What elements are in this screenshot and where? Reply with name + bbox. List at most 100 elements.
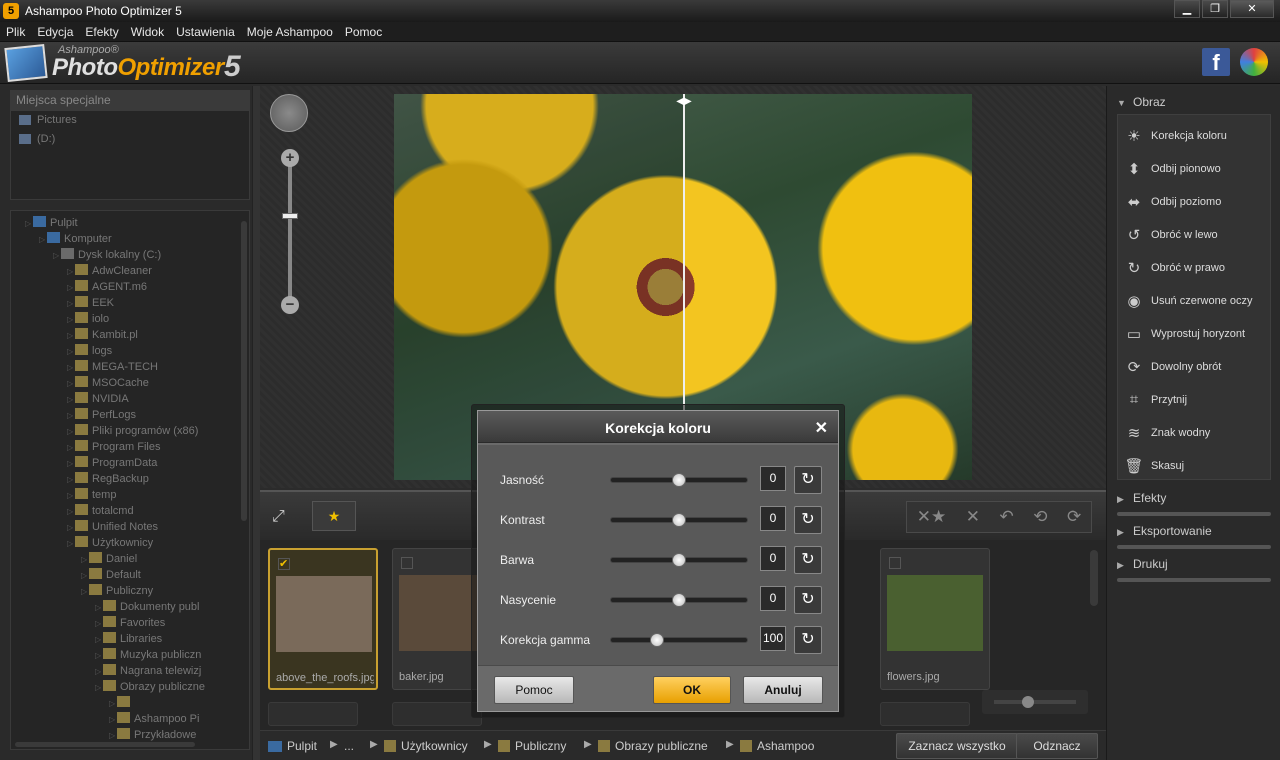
special-item-pictures[interactable]: Pictures (11, 111, 249, 130)
tree-expand-icon[interactable]: ▷ (67, 264, 75, 280)
tree-item[interactable]: ▷ Dokumenty publ (95, 599, 200, 615)
expand-icon[interactable]: ⤢ (272, 508, 285, 526)
breadcrumb-separator-icon[interactable]: ▶ (584, 739, 592, 750)
tool-free-rotate[interactable]: ⟳ Dowolny obrót (1118, 350, 1272, 383)
tool-rotate-right[interactable]: ↻ Obróć w prawo (1118, 251, 1272, 284)
tree-item[interactable]: ▷ Użytkownicy (67, 535, 153, 551)
tree-item[interactable]: ▷ PerfLogs (67, 407, 136, 423)
thumbnail-item[interactable] (880, 702, 970, 726)
rotate-right-90-icon[interactable]: ⟳ (1067, 507, 1081, 527)
ashampoo-globe-icon[interactable] (1240, 48, 1268, 76)
breadcrumb-item[interactable]: Publiczny (498, 739, 566, 753)
tree-expand-icon[interactable]: ▷ (81, 568, 89, 584)
contrast-slider-thumb[interactable] (672, 513, 686, 527)
tree-item[interactable]: ▷ Pulpit (25, 215, 78, 231)
tree-expand-icon[interactable]: ▷ (67, 536, 75, 552)
thumb-size-thumb[interactable] (1022, 696, 1035, 708)
tool-crop[interactable]: ⌗ Przytnij (1118, 383, 1272, 416)
tree-item[interactable]: ▷ (109, 695, 134, 711)
tree-item[interactable]: ▷ ProgramData (67, 455, 157, 471)
special-item-drive-d[interactable]: (D:) (11, 130, 249, 149)
tree-item[interactable]: ▷ Publiczny (81, 583, 153, 599)
tree-item[interactable]: ▷ Ashampoo Pi (109, 711, 199, 727)
menu-my-ashampoo[interactable]: Moje Ashampoo (241, 25, 339, 39)
remove-rating-icon[interactable]: ✕★ (917, 507, 946, 527)
tree-item[interactable]: ▷ Unified Notes (67, 519, 158, 535)
tree-expand-icon[interactable]: ▷ (95, 616, 103, 632)
section-effects[interactable]: ▶ Efekty (1117, 488, 1166, 508)
facebook-icon[interactable]: f (1202, 48, 1230, 76)
tree-item[interactable]: ▷ MSOCache (67, 375, 149, 391)
thumbnail-item[interactable] (392, 702, 482, 726)
brightness-value[interactable]: 0 (760, 466, 786, 491)
saturation-slider-thumb[interactable] (672, 593, 686, 607)
tree-item[interactable]: ▷ EEK (67, 295, 114, 311)
tree-expand-icon[interactable]: ▷ (109, 712, 117, 728)
rating-button[interactable]: ★ (312, 501, 356, 531)
tool-straighten-horizon[interactable]: ▭ Wyprostuj horyzont (1118, 317, 1272, 350)
breadcrumb-item[interactable]: Użytkownicy (384, 739, 468, 753)
brightness-slider-thumb[interactable] (672, 473, 686, 487)
saturation-reset-icon[interactable]: ↻ (794, 586, 822, 614)
hue-reset-icon[interactable]: ↻ (794, 546, 822, 574)
section-export[interactable]: ▶ Eksportowanie (1117, 521, 1212, 541)
tree-item[interactable]: ▷ Pliki programów (x86) (67, 423, 198, 439)
tool-rotate-left[interactable]: ↺ Obróć w lewo (1118, 218, 1272, 251)
tree-item[interactable]: ▷ Przykładowe (109, 727, 196, 743)
tree-item[interactable]: ▷ Default (81, 567, 141, 583)
tree-item[interactable]: ▷ Program Files (67, 439, 160, 455)
zoom-slider-thumb[interactable] (282, 213, 298, 220)
tree-expand-icon[interactable]: ▷ (25, 216, 33, 232)
tree-expand-icon[interactable]: ▷ (67, 392, 75, 408)
close-window-button[interactable]: ✕ (1230, 0, 1274, 18)
contrast-reset-icon[interactable]: ↻ (794, 506, 822, 534)
tree-item[interactable]: ▷ Daniel (81, 551, 137, 567)
tree-expand-icon[interactable]: ▷ (67, 328, 75, 344)
tool-flip-horizontal[interactable]: ⬌ Odbij poziomo (1118, 185, 1272, 218)
tree-item[interactable]: ▷ Komputer (39, 231, 112, 247)
tree-item[interactable]: ▷ temp (67, 487, 116, 503)
tree-expand-icon[interactable]: ▷ (67, 424, 75, 440)
thumbnail-checkbox[interactable]: ✔ (278, 558, 290, 570)
thumbnail-scrollbar[interactable] (1090, 550, 1098, 606)
tree-expand-icon[interactable]: ▷ (95, 632, 103, 648)
thumbnail-item[interactable]: flowers.jpg (880, 548, 990, 690)
tree-expand-icon[interactable]: ▷ (67, 312, 75, 328)
gamma-value[interactable]: 100 (760, 626, 786, 651)
tree-expand-icon[interactable]: ▷ (53, 248, 61, 264)
tree-item[interactable]: ▷ Favorites (95, 615, 165, 631)
help-button[interactable]: Pomoc (494, 676, 574, 704)
pan-navigator-icon[interactable] (270, 94, 308, 132)
breadcrumb-item[interactable]: Obrazy publiczne (598, 739, 708, 753)
zoom-slider-track[interactable] (288, 166, 292, 298)
zoom-out-button[interactable]: − (281, 296, 299, 314)
tree-expand-icon[interactable]: ▷ (95, 664, 103, 680)
tree-expand-icon[interactable]: ▷ (39, 232, 47, 248)
rotate-left-90-icon[interactable]: ⟲ (1033, 507, 1047, 527)
tree-expand-icon[interactable]: ▷ (67, 296, 75, 312)
breadcrumb-separator-icon[interactable]: ▶ (726, 739, 734, 750)
tree-item[interactable]: ▷ Nagrana telewizj (95, 663, 201, 679)
tree-item[interactable]: ▷ AdwCleaner (67, 263, 152, 279)
breadcrumb-separator-icon[interactable]: ▶ (484, 739, 492, 750)
tree-expand-icon[interactable]: ▷ (67, 376, 75, 392)
cancel-button[interactable]: Anuluj (743, 676, 823, 704)
tool-red-eye[interactable]: ◉ Usuń czerwone oczy (1118, 284, 1272, 317)
tree-expand-icon[interactable]: ▷ (67, 520, 75, 536)
zoom-in-button[interactable]: + (281, 149, 299, 167)
section-print[interactable]: ▶ Drukuj (1117, 554, 1168, 574)
tree-item[interactable]: ▷ RegBackup (67, 471, 149, 487)
tree-expand-icon[interactable]: ▷ (67, 344, 75, 360)
gamma-slider-track[interactable] (610, 637, 748, 643)
tool-delete[interactable]: 🗑 Skasuj (1118, 449, 1272, 482)
panel-splitter[interactable] (252, 86, 260, 760)
ok-button[interactable]: OK (653, 676, 731, 704)
tree-scrollbar[interactable] (241, 221, 247, 521)
gamma-reset-icon[interactable]: ↻ (794, 626, 822, 654)
saturation-value[interactable]: 0 (760, 586, 786, 611)
tree-expand-icon[interactable]: ▷ (81, 552, 89, 568)
menu-view[interactable]: Widok (125, 25, 170, 39)
tree-item[interactable]: ▷ AGENT.m6 (67, 279, 147, 295)
tree-item[interactable]: ▷ Muzyka publiczn (95, 647, 201, 663)
breadcrumb-separator-icon[interactable]: ▶ (330, 739, 338, 750)
